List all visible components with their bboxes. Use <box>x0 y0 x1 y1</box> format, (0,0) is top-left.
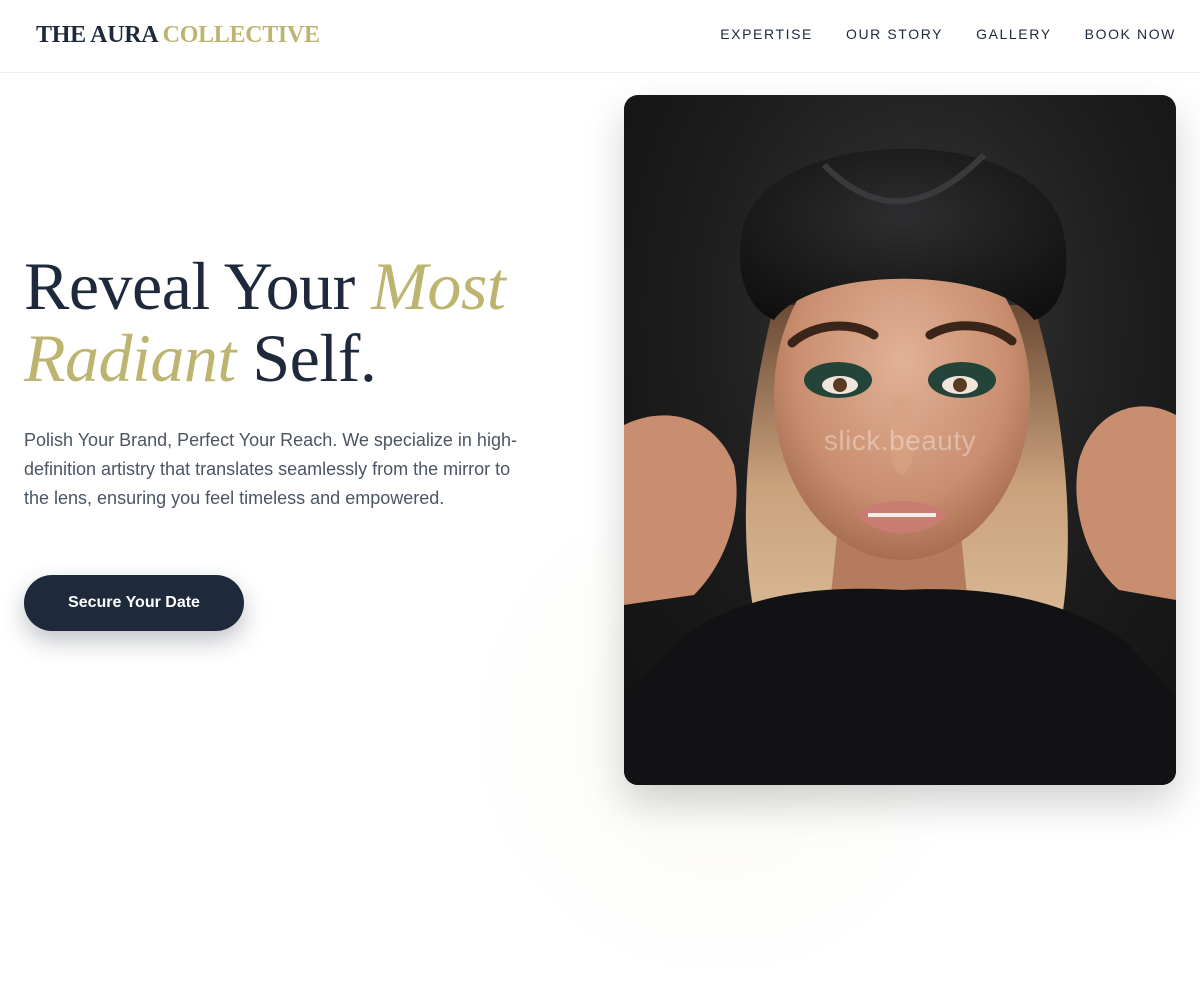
headline-text-2: Self. <box>252 320 377 396</box>
image-watermark: slick.beauty <box>823 425 977 456</box>
brand-logo[interactable]: THE AURA COLLECTIVE <box>36 22 320 49</box>
nav-link-expertise[interactable]: EXPERTISE <box>720 26 813 42</box>
headline-accent-2: Radiant <box>24 320 236 396</box>
brand-name-accent: COLLECTIVE <box>162 22 320 48</box>
main-nav: EXPERTISE OUR STORY GALLERY BOOK NOW <box>720 26 1176 42</box>
hero-portrait-image: slick.beauty <box>624 95 1176 785</box>
brand-name-primary: THE AURA <box>36 22 157 48</box>
headline-accent-1: Most <box>371 248 506 324</box>
secure-your-date-button[interactable]: Secure Your Date <box>24 575 244 631</box>
hero-section: Reveal Your Most Radiant Self. Polish Yo… <box>24 250 584 513</box>
site-header: THE AURA COLLECTIVE EXPERTISE OUR STORY … <box>0 0 1200 73</box>
nav-link-our-story[interactable]: OUR STORY <box>846 26 943 42</box>
headline-text-1: Reveal Your <box>24 248 355 324</box>
nav-link-book-now[interactable]: BOOK NOW <box>1085 26 1176 42</box>
hero-headline: Reveal Your Most Radiant Self. <box>24 250 584 394</box>
hero-description: Polish Your Brand, Perfect Your Reach. W… <box>24 430 517 508</box>
nav-link-gallery[interactable]: GALLERY <box>976 26 1052 42</box>
